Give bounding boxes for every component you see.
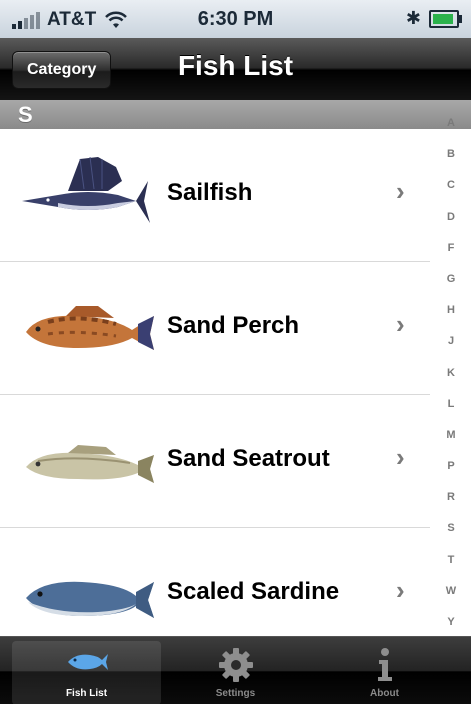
fish-name: Sailfish bbox=[167, 179, 253, 206]
index-letter[interactable]: Y bbox=[447, 617, 454, 628]
tab-fish-list[interactable]: Fish List bbox=[12, 641, 161, 704]
fish-name: Sand Seatrout bbox=[167, 445, 330, 472]
index-letter[interactable]: W bbox=[446, 585, 456, 597]
index-letter[interactable]: H bbox=[447, 305, 455, 316]
fish-icon bbox=[67, 654, 108, 670]
bluetooth-icon: ✱ bbox=[405, 8, 421, 28]
sailfish-icon bbox=[22, 156, 150, 223]
index-letter[interactable]: A bbox=[447, 118, 455, 129]
list-item[interactable]: Sand Perch › bbox=[0, 262, 430, 395]
scaled-sardine-icon bbox=[26, 581, 154, 618]
chevron-right-icon: › bbox=[396, 442, 405, 472]
index-letter[interactable]: G bbox=[447, 273, 456, 285]
sand-perch-icon bbox=[26, 306, 154, 350]
index-letter[interactable]: S bbox=[447, 523, 454, 534]
status-time: 6:30 PM bbox=[197, 8, 274, 30]
tab-label: Fish List bbox=[65, 688, 108, 699]
navigation-bar: Category Fish List bbox=[0, 38, 471, 100]
index-letter[interactable]: J bbox=[448, 336, 454, 347]
index-letter[interactable]: R bbox=[447, 492, 455, 503]
battery-icon bbox=[429, 9, 462, 28]
list-item[interactable]: Sailfish › bbox=[0, 129, 430, 262]
index-letter[interactable]: M bbox=[446, 429, 455, 441]
section-header: S bbox=[0, 100, 471, 129]
tab-label: About bbox=[370, 688, 399, 699]
index-letter[interactable]: C bbox=[447, 180, 455, 191]
tab-label: Settings bbox=[215, 688, 256, 699]
index-letter[interactable]: D bbox=[447, 211, 455, 223]
chevron-right-icon: › bbox=[396, 575, 405, 605]
battery-level bbox=[433, 13, 453, 24]
status-right: ✱ bbox=[405, 8, 462, 29]
tab-about[interactable]: About bbox=[310, 641, 459, 704]
index-letter[interactable]: K bbox=[447, 367, 455, 379]
index-letter[interactable]: F bbox=[448, 242, 455, 254]
index-letter[interactable]: P bbox=[447, 461, 454, 472]
fish-name: Sand Perch bbox=[167, 312, 300, 339]
tab-settings[interactable]: Settings bbox=[161, 641, 310, 704]
gear-icon bbox=[218, 648, 253, 682]
page-title: Fish List bbox=[177, 50, 294, 81]
chevron-right-icon: › bbox=[396, 176, 405, 206]
list-item[interactable]: Sand Seatrout › bbox=[0, 395, 430, 528]
sand-seatrout-icon bbox=[26, 445, 154, 483]
chevron-right-icon: › bbox=[396, 309, 405, 339]
index-letter[interactable]: T bbox=[448, 554, 455, 566]
iphone-screen: AT&T 6:30 PM ✱ Category Fish List S Sail… bbox=[0, 0, 471, 704]
fish-list: Sailfish › Sand Perch › Sand Seatrout › … bbox=[0, 129, 430, 661]
tab-bar: Fish List Settings About bbox=[0, 636, 471, 704]
info-icon bbox=[377, 648, 392, 681]
alphabet-index[interactable]: A B C D F G H J K L M P R S T W Y bbox=[432, 118, 470, 628]
status-bar: AT&T 6:30 PM ✱ bbox=[0, 0, 471, 39]
index-letter[interactable]: B bbox=[447, 149, 455, 160]
index-letter[interactable]: L bbox=[448, 398, 455, 410]
fish-name: Scaled Sardine bbox=[167, 578, 340, 605]
